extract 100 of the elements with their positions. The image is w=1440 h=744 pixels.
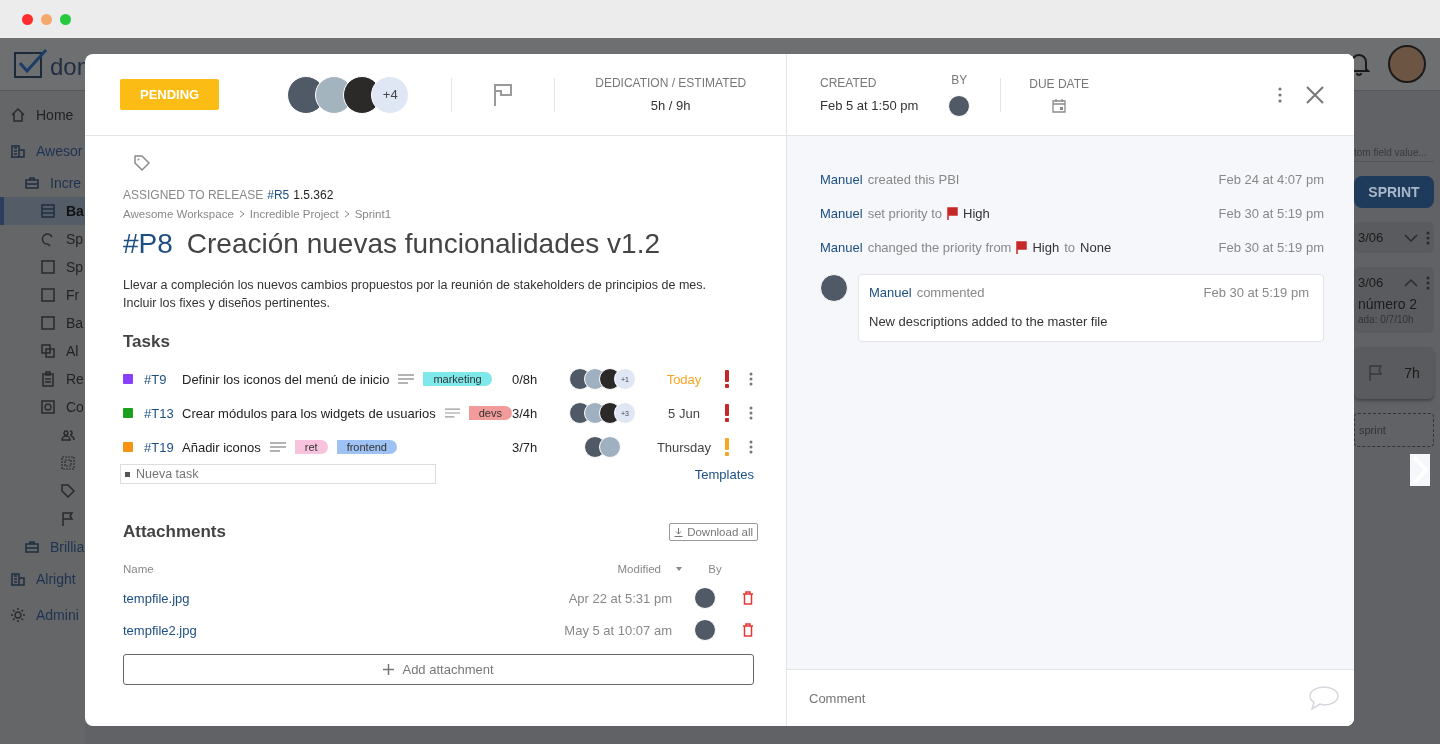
user-link[interactable]: Manuel — [820, 172, 863, 187]
sprint-icon — [40, 231, 56, 247]
breadcrumb-link[interactable]: Sprint1 — [354, 208, 392, 220]
breadcrumb-link[interactable]: Incredible Project — [249, 208, 339, 220]
gear-icon — [10, 607, 26, 623]
download-icon — [674, 527, 684, 537]
sidebar-item[interactable]: Home — [0, 97, 85, 133]
attachment-link[interactable]: tempfile.jpg — [123, 590, 502, 606]
sidebar-item[interactable]: Sp — [0, 253, 85, 281]
maximize-window-icon[interactable] — [60, 13, 71, 25]
avatar — [948, 94, 971, 117]
task-id-link[interactable]: #T19 — [144, 439, 182, 455]
briefcase-icon — [24, 175, 40, 191]
priority-exclamation-icon[interactable] — [724, 404, 730, 422]
task-id-link[interactable]: #T13 — [144, 405, 182, 421]
column-header: By — [707, 563, 723, 575]
avatar — [599, 436, 621, 458]
task-tag[interactable]: frontend — [336, 440, 397, 454]
sidebar-item[interactable]: Fr — [0, 281, 85, 309]
activity-date: Feb 30 at 5:19 pm — [1218, 206, 1324, 221]
sidebar-item[interactable]: Ba — [0, 197, 85, 225]
user-link[interactable]: Manuel — [869, 285, 912, 300]
task-title[interactable]: Definir los iconos del menú de inicio — [182, 371, 390, 387]
task-id-link[interactable]: #T9 — [144, 371, 182, 387]
chevron-up-icon[interactable] — [1404, 277, 1418, 288]
created-label: CREATED — [820, 76, 877, 90]
sidebar-item[interactable]: Ba — [0, 309, 85, 337]
sort-caret-icon — [676, 566, 682, 572]
flag-icon[interactable] — [492, 82, 515, 107]
download-all-button[interactable]: Download all — [669, 523, 758, 541]
chevron-right-icon — [343, 210, 350, 218]
home-icon — [10, 107, 26, 123]
calendar-icon[interactable] — [1052, 98, 1067, 113]
more-options-icon[interactable] — [749, 440, 753, 454]
trash-icon[interactable] — [742, 591, 754, 605]
more-assignees-badge[interactable]: +4 — [371, 75, 410, 114]
attachment-link[interactable]: tempfile2.jpg — [123, 622, 502, 638]
release-version: 1.5.362 — [293, 188, 334, 202]
description-lines-icon — [269, 442, 286, 452]
release-link[interactable]: #R5 — [267, 188, 290, 202]
user-link[interactable]: Manuel — [820, 240, 863, 255]
task-card[interactable]: 7h — [1354, 347, 1434, 399]
templates-link[interactable]: Templates — [694, 466, 754, 482]
minimize-window-icon[interactable] — [41, 13, 52, 25]
square-icon — [40, 287, 56, 303]
tag-icon — [60, 483, 76, 499]
more-options-icon[interactable] — [749, 406, 753, 420]
task-tag[interactable]: devs — [468, 406, 512, 420]
column-header[interactable]: Modified — [512, 563, 682, 575]
sidebar-item[interactable]: Re — [0, 365, 85, 393]
more-options-icon[interactable] — [1426, 230, 1430, 245]
close-window-icon[interactable] — [22, 13, 33, 25]
activity-text: created this PBI — [867, 172, 960, 187]
comment-date: Feb 30 at 5:19 pm — [1203, 285, 1309, 300]
created-date: Feb 5 at 1:50 pm — [820, 98, 919, 113]
priority-exclamation-icon[interactable] — [724, 370, 730, 388]
flag-icon — [1016, 241, 1028, 254]
avatar — [820, 274, 848, 302]
tag-icon[interactable] — [133, 154, 151, 172]
comment-text: New descriptions added to the master file — [869, 314, 1109, 329]
building-icon — [10, 571, 26, 587]
avatar[interactable] — [1388, 45, 1426, 83]
more-options-icon[interactable] — [749, 372, 753, 386]
square-icon — [40, 315, 56, 331]
item-title[interactable]: Creación nuevas funcionalidades v1.2 — [186, 228, 661, 260]
more-options-icon[interactable] — [1278, 86, 1282, 103]
task-hours: 3/4h — [512, 405, 539, 421]
comment-field[interactable]: Comment — [787, 669, 1354, 726]
more-options-icon[interactable] — [1426, 275, 1430, 290]
task-tag[interactable]: ret — [294, 440, 328, 454]
building-icon — [10, 143, 26, 159]
task-tag[interactable]: marketing — [423, 372, 492, 386]
hours-text: 7h — [1404, 365, 1420, 381]
people-icon — [60, 427, 76, 443]
sidebar-item[interactable]: Co — [0, 393, 85, 421]
add-attachment-button[interactable]: Add attachment — [123, 654, 754, 685]
user-link[interactable]: Manuel — [820, 206, 863, 221]
sprint-button[interactable]: SPRINT — [1354, 176, 1434, 208]
description-text[interactable]: Llevar a compleción los nuevos cambios propuestos por la reunión de stakeholders de principios de mes. Incluir los fixes y diseños pertinentes. — [123, 276, 733, 312]
activity-date: Feb 30 at 5:19 pm — [1218, 240, 1324, 255]
sprint-card[interactable]: 3/06 — [1354, 222, 1434, 253]
attachments-heading: Attachments — [123, 522, 226, 542]
gear-box-icon — [40, 399, 56, 415]
due-date-label: DUE DATE — [1029, 76, 1090, 91]
chevron-down-icon[interactable] — [1404, 232, 1418, 243]
activity-text: commented — [916, 285, 985, 300]
tasks-heading: Tasks — [123, 332, 171, 352]
task-title[interactable]: Añadir iconos — [182, 439, 261, 455]
breadcrumb-link[interactable]: Awesome Workspace — [123, 208, 234, 220]
close-icon[interactable] — [1306, 85, 1324, 104]
briefcase-icon — [24, 539, 40, 555]
task-title[interactable]: Crear módulos para los widgets de usuarios — [182, 405, 436, 421]
sidebar-item[interactable]: Sp — [0, 225, 85, 253]
copy-icon — [40, 343, 56, 359]
sprint-date: 3/06 — [1358, 275, 1385, 290]
new-task-field[interactable]: Nueva task — [120, 464, 436, 484]
sidebar-item[interactable]: Al — [0, 337, 85, 365]
attachment-modified: Apr 22 at 5:31 pm — [567, 590, 672, 606]
task-due-date: 5 Jun — [667, 405, 701, 421]
trash-icon[interactable] — [742, 623, 754, 637]
